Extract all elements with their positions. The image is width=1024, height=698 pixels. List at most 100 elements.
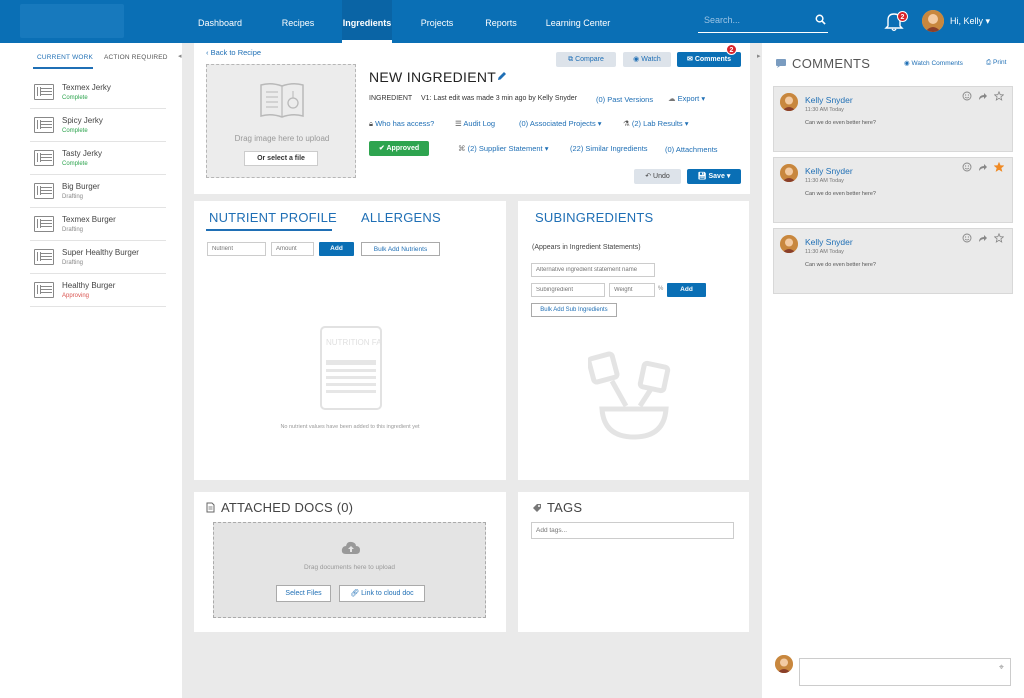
select-files-button[interactable]: Select Files [276, 585, 331, 602]
add-nutrient-button[interactable]: Add [319, 242, 354, 256]
approved-status-button[interactable]: ✔ Approved [369, 141, 429, 156]
floppy-disk-icon: 💾︎ [697, 173, 707, 180]
document-dropzone-text: Drag documents here to upload [303, 564, 396, 571]
active-tab-indicator [206, 229, 332, 231]
weight-input[interactable] [609, 283, 655, 297]
recipe-card-icon [34, 216, 54, 232]
subingredients-title: SUBINGREDIENTS [535, 210, 654, 225]
back-link-label: Back to Recipe [210, 48, 262, 57]
audit-log-link[interactable]: ☰ Audit Log [455, 119, 495, 128]
comment-reply-input[interactable]: ⌖ [799, 658, 1011, 686]
alternative-name-input[interactable] [531, 263, 655, 277]
work-item-name: Spicy Jerky [62, 116, 103, 125]
attach-icon[interactable]: ⌖ [999, 662, 1004, 673]
who-has-access-link[interactable]: 🔒︎ Who has access? [369, 119, 434, 129]
work-item[interactable]: Healthy Burger Approving [30, 274, 166, 307]
tags-input[interactable] [531, 522, 734, 539]
smiley-icon[interactable] [962, 162, 972, 172]
checkmark-icon: ✔ [378, 145, 385, 152]
supplier-statement-dropdown[interactable]: ⌘ (2) Supplier Statement ▾ [458, 144, 549, 153]
subingredient-input[interactable] [531, 283, 605, 297]
work-item[interactable]: Super Healthy Burger Drafting [30, 241, 166, 274]
work-item-status: Approving [62, 293, 90, 299]
star-icon[interactable] [994, 233, 1004, 243]
dropzone-text: Drag image here to upload [234, 134, 330, 143]
comment-text: Can we do even better here? [805, 191, 876, 197]
lab-results-label: (2) Lab Results [631, 119, 683, 128]
commenter-avatar [780, 164, 798, 182]
search-icon[interactable] [815, 14, 826, 25]
nav-recipes[interactable]: Recipes [273, 0, 323, 43]
lab-results-dropdown[interactable]: ⚗ (2) Lab Results ▾ [623, 119, 689, 128]
bulk-add-nutrients-button[interactable]: Bulk Add Nutrients [361, 242, 440, 256]
print-link[interactable]: ⎙ Print [986, 59, 1006, 67]
attachments-link[interactable]: (0) Attachments [665, 145, 718, 154]
collapse-left-icon[interactable]: ◂ [178, 52, 182, 60]
nutrient-input[interactable] [207, 242, 266, 256]
compare-button[interactable]: ⧉ Compare [556, 52, 616, 67]
tab-allergens[interactable]: ALLERGENS [361, 210, 441, 225]
nav-dashboard[interactable]: Dashboard [190, 0, 250, 43]
nav-ingredients[interactable]: Ingredients [342, 0, 392, 43]
associated-projects-dropdown[interactable]: (0) Associated Projects ▾ [519, 119, 602, 128]
export-dropdown[interactable]: ☁ Export ▾ [668, 94, 705, 103]
commenter-name[interactable]: Kelly Snyder [805, 95, 853, 105]
past-versions-link[interactable]: (0) Past Versions [596, 95, 653, 104]
select-file-button[interactable]: Or select a file [244, 151, 318, 166]
nav-reports[interactable]: Reports [478, 0, 524, 43]
pencil-icon[interactable] [496, 70, 508, 82]
similar-ingredients-link[interactable]: (22) Similar Ingredients [570, 144, 648, 153]
recipe-card-icon [34, 249, 54, 265]
chat-bubble-icon [776, 59, 786, 68]
comment-time: 11:30 AM Today [805, 107, 844, 113]
watch-button[interactable]: ◉ Watch [623, 52, 671, 67]
share-icon[interactable] [978, 233, 988, 243]
export-label: Export [677, 94, 700, 103]
collapse-right-icon[interactable]: ▸ [757, 52, 761, 60]
save-button[interactable]: 💾︎ Save ▾ [687, 169, 741, 184]
comment-card: Kelly Snyder 11:30 AM Today Can we do even… [773, 157, 1013, 223]
work-item-name: Texmex Burger [62, 215, 116, 224]
nav-projects[interactable]: Projects [413, 0, 461, 43]
commenter-name[interactable]: Kelly Snyder [805, 237, 853, 247]
tab-action-required[interactable]: ACTION REQUIRED [104, 54, 168, 61]
image-dropzone[interactable]: Drag image here to upload Or select a fi… [206, 64, 356, 178]
tab-current-work[interactable]: CURRENT WORK [37, 54, 93, 61]
add-subingredient-button[interactable]: Add [667, 283, 706, 297]
work-item[interactable]: Tasty Jerky Complete [30, 142, 166, 175]
work-item[interactable]: Spicy Jerky Complete [30, 109, 166, 142]
share-icon[interactable] [978, 91, 988, 101]
back-to-recipe-link[interactable]: ‹ Back to Recipe [206, 48, 261, 57]
document-dropzone[interactable]: Drag documents here to upload Select Fil… [213, 522, 486, 618]
chat-icon: ✉ [686, 56, 693, 63]
commenter-name[interactable]: Kelly Snyder [805, 166, 853, 176]
nav-learning-center[interactable]: Learning Center [543, 0, 613, 43]
bulk-add-sub-ingredients-button[interactable]: Bulk Add Sub Ingredients [531, 303, 617, 317]
work-item-name: Super Healthy Burger [62, 248, 139, 257]
commenter-avatar [780, 93, 798, 111]
search-input[interactable] [704, 15, 804, 25]
link-cloud-doc-button[interactable]: 🔗︎ Link to cloud doc [339, 585, 425, 602]
logo[interactable] [20, 4, 124, 38]
user-menu[interactable]: Hi, Kelly ▾ [950, 16, 990, 27]
undo-button[interactable]: ↶ Undo [634, 169, 681, 184]
work-item-name: Texmex Jerky [62, 83, 111, 92]
smiley-icon[interactable] [962, 91, 972, 101]
tab-nutrient-profile[interactable]: NUTRIENT PROFILE [209, 210, 337, 225]
work-item-status: Complete [62, 161, 88, 167]
watch-comments-link[interactable]: ◉ Watch Comments [904, 59, 963, 67]
list-icon: ☰ [455, 119, 462, 128]
star-icon[interactable] [994, 162, 1004, 172]
attached-docs-card: ATTACHED DOCS (0) Drag documents here to… [194, 492, 506, 632]
work-item-status: Drafting [62, 260, 84, 266]
work-item[interactable]: Big Burger Drafting [30, 175, 166, 208]
notification-badge: 2 [897, 11, 908, 22]
star-icon[interactable] [994, 91, 1004, 101]
amount-input[interactable] [271, 242, 314, 256]
work-item[interactable]: Texmex Jerky Complete [30, 76, 166, 109]
print-label: Print [993, 59, 1007, 66]
smiley-icon[interactable] [962, 233, 972, 243]
user-avatar[interactable] [922, 10, 944, 32]
share-icon[interactable] [978, 162, 988, 172]
work-item[interactable]: Texmex Burger Drafting [30, 208, 166, 241]
